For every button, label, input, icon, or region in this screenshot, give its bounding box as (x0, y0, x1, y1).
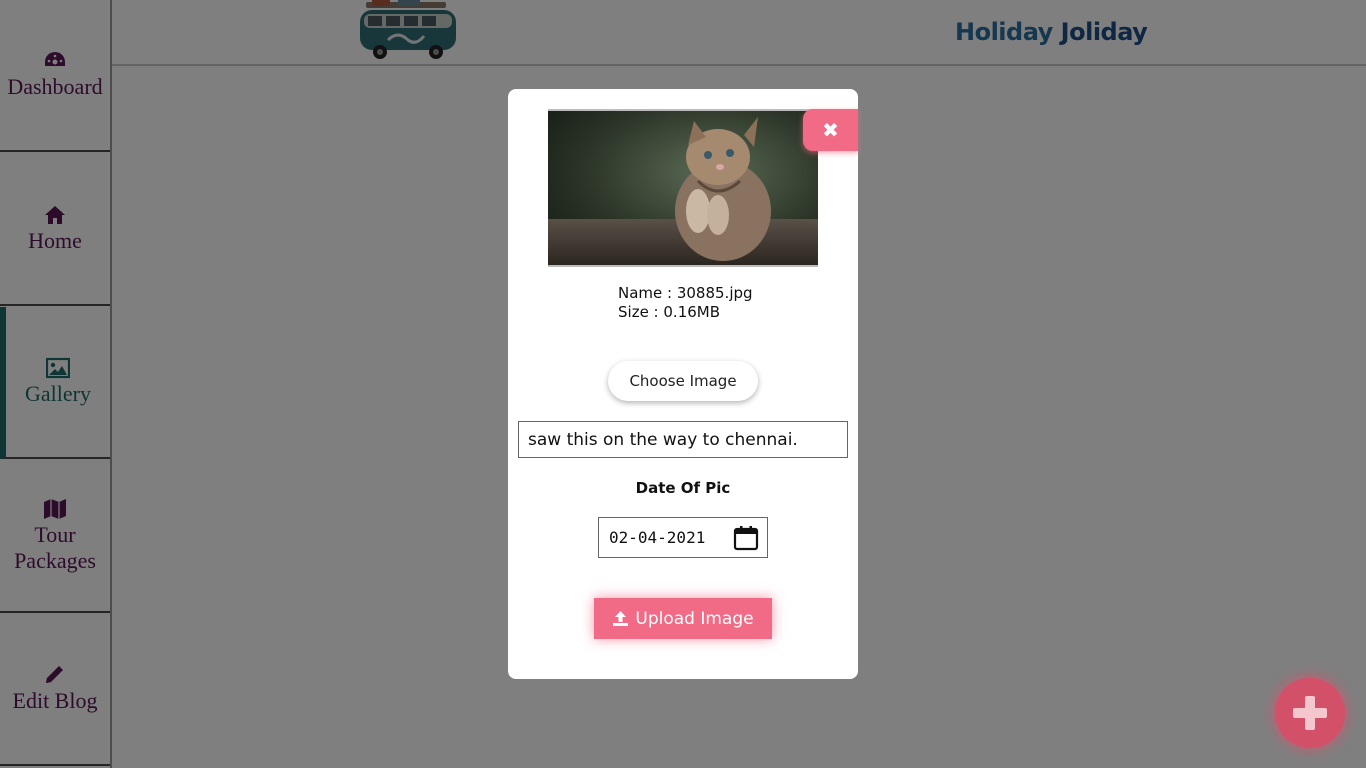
date-field[interactable]: 02-04-2021 (598, 517, 768, 558)
close-button[interactable]: ✖ (803, 109, 858, 151)
file-name: Name : 30885.jpg (618, 284, 753, 302)
file-info: Name : 30885.jpg Size : 0.16MB (618, 284, 753, 322)
choose-image-button[interactable]: Choose Image (608, 361, 758, 401)
image-preview (548, 109, 818, 267)
plus-icon (1293, 696, 1327, 730)
upload-label: Upload Image (635, 608, 754, 629)
upload-icon (613, 611, 629, 626)
file-size: Size : 0.16MB (618, 303, 721, 321)
caption-input[interactable] (518, 421, 848, 458)
upload-modal: ✖ Name : 30885.jpg Size : 0.16MB Choose … (508, 89, 858, 679)
close-icon: ✖ (822, 118, 839, 142)
date-label: Date Of Pic (635, 479, 731, 497)
upload-image-button[interactable]: Upload Image (594, 598, 772, 639)
add-button[interactable] (1275, 678, 1345, 748)
date-value: 02-04-2021 (609, 528, 706, 547)
calendar-icon[interactable] (733, 525, 759, 551)
